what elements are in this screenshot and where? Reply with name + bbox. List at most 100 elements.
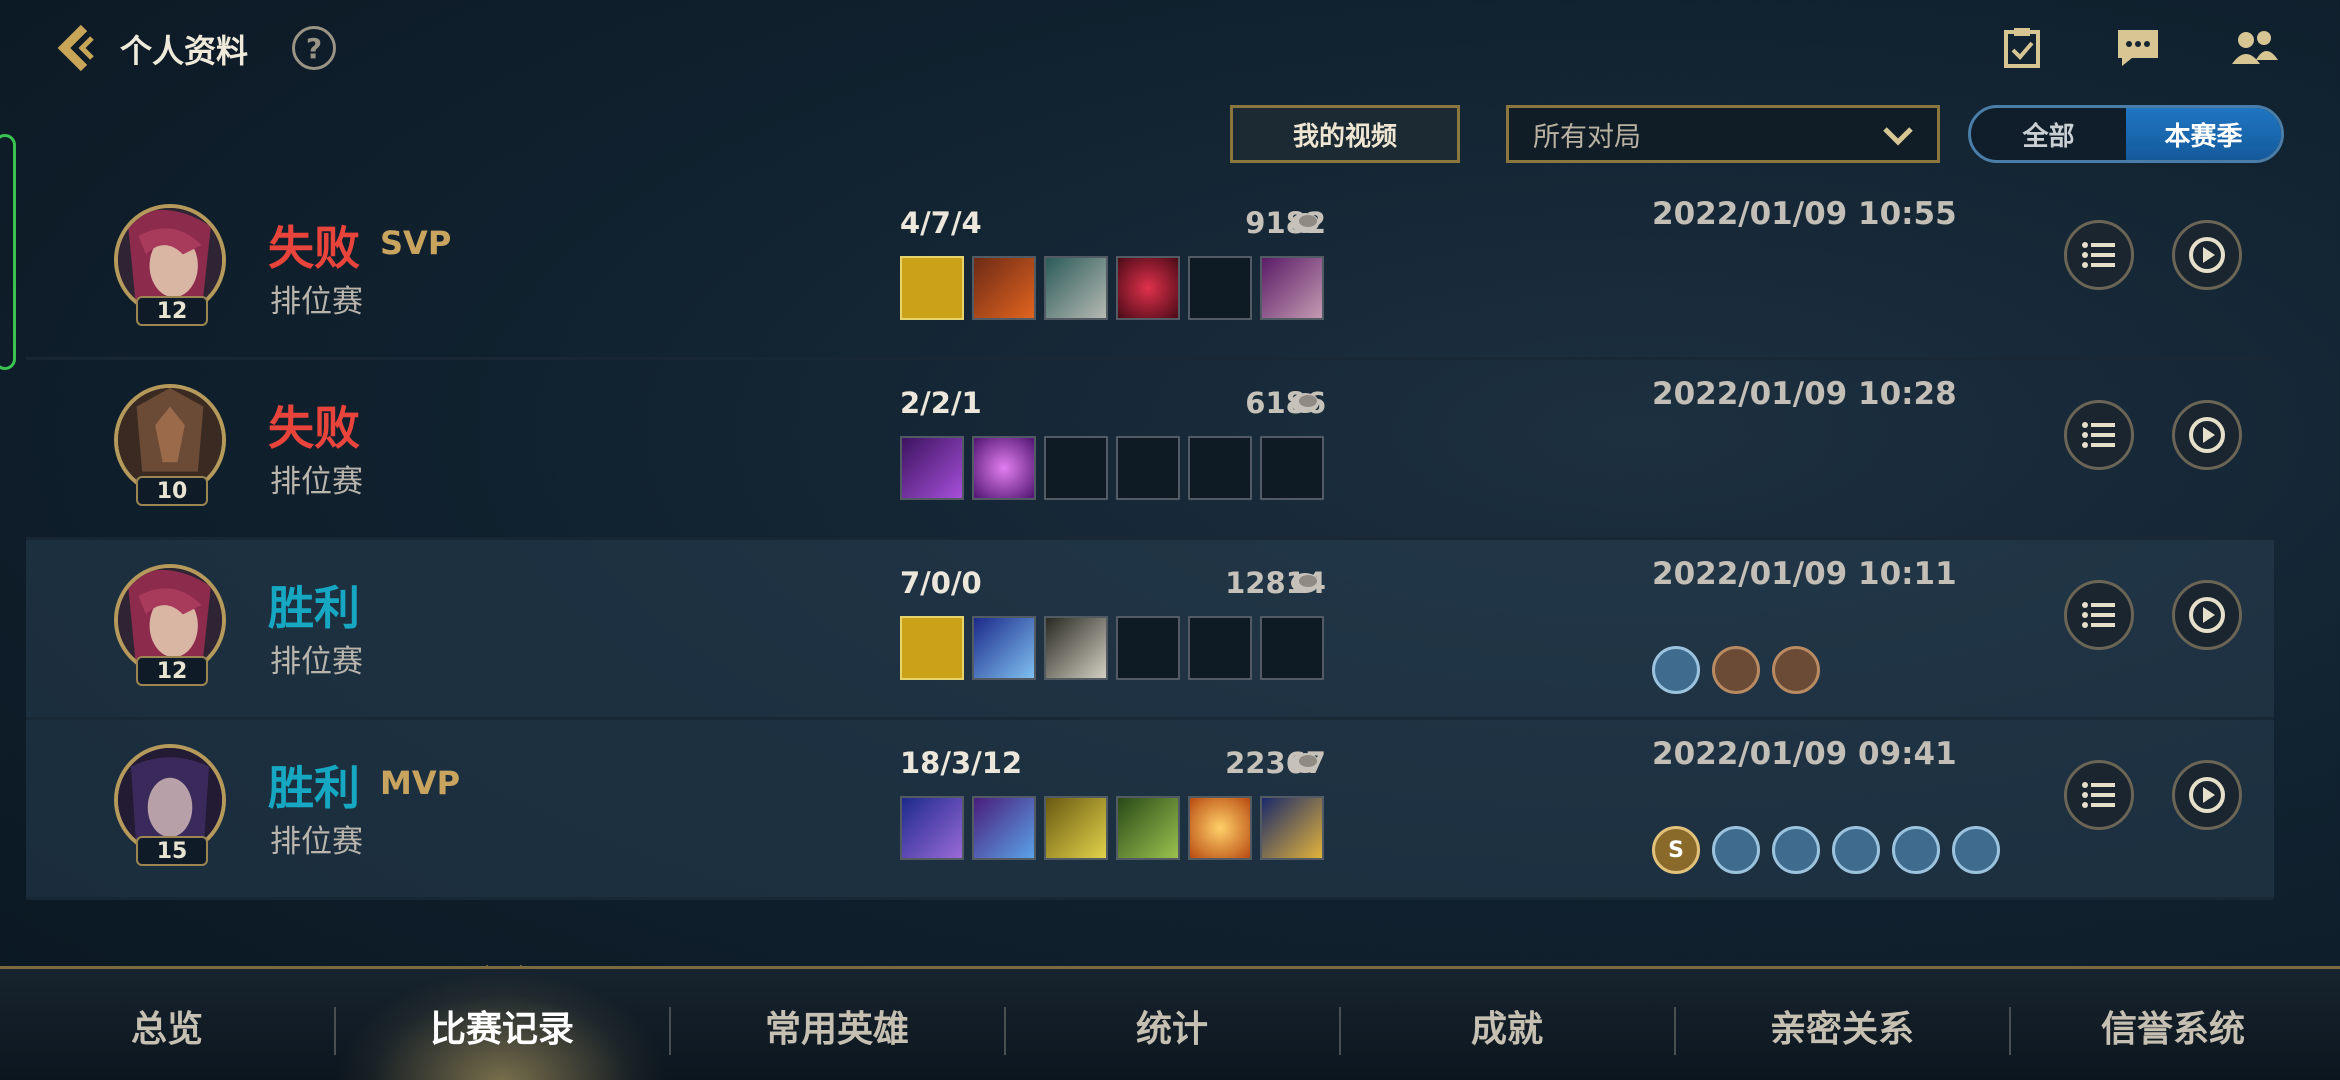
match-result: 胜利 [268,761,360,815]
item-slot[interactable] [1044,616,1108,680]
game-mode: 排位赛 [270,644,363,680]
replay-icon [2189,777,2225,813]
honor-medal-icon [1832,826,1880,874]
replay-icon [2189,237,2225,273]
match-list: 12 失败 SVP 排位赛 4/7/4 9182 2022/01/09 10:5… [26,180,2274,900]
item-slots [900,616,1324,680]
tab-stats[interactable]: 统计 [1005,969,1339,1080]
honor-badges [1652,646,1820,694]
game-mode: 排位赛 [270,824,363,860]
match-result: 失败 [268,401,360,455]
champion-level: 15 [136,836,208,866]
item-slot[interactable] [1116,796,1180,860]
tab-honor-system[interactable]: 信誉系统 [2006,969,2340,1080]
item-slot-empty [1188,256,1252,320]
honor-medal-icon [1652,646,1700,694]
match-date: 2022/01/09 10:28 [1652,376,1957,412]
item-slots [900,256,1324,320]
gold-coin-icon [1291,573,1319,593]
tab-overview[interactable]: 总览 [0,969,334,1080]
honor-medal-icon [1712,826,1760,874]
tab-achievements[interactable]: 成就 [1340,969,1674,1080]
mvp-badge: MVP [380,764,461,802]
replay-icon [2189,597,2225,633]
list-icon [2082,242,2115,268]
top-bar: 个人资料 ? [0,0,2340,100]
item-slot-empty [1188,616,1252,680]
kda: 4/7/4 [900,206,982,240]
honor-medal-icon [1712,646,1760,694]
game-mode: 排位赛 [270,284,363,320]
match-row[interactable]: 12 胜利 排位赛 7/0/0 12814 2022/01/09 10:11 [26,540,2274,720]
match-row[interactable]: 10 失败 排位赛 2/2/1 6186 2022/01/09 10:28 [26,360,2274,540]
match-date: 2022/01/09 10:55 [1652,196,1957,232]
help-icon[interactable]: ? [292,26,336,70]
list-icon [2082,602,2115,628]
match-type-dropdown[interactable]: 所有对局 [1506,105,1940,163]
friends-icon[interactable] [2226,22,2282,74]
item-slot[interactable] [900,436,964,500]
item-slot[interactable] [1116,256,1180,320]
kda: 7/0/0 [900,566,982,600]
my-videos-button[interactable]: 我的视频 [1230,105,1460,163]
honor-medal-icon [1892,826,1940,874]
item-slot-empty [1116,436,1180,500]
item-slot[interactable] [900,256,964,320]
item-slot[interactable] [1260,796,1324,860]
match-type-value: 所有对局 [1533,121,1641,153]
details-button[interactable] [2064,760,2134,830]
task-clipboard-icon[interactable] [1994,22,2050,74]
details-button[interactable] [2064,400,2134,470]
match-date: 2022/01/09 09:41 [1652,736,1957,772]
bottom-tab-bar: 总览 比赛记录 常用英雄 统计 成就 亲密关系 信誉系统 [0,966,2340,1080]
item-slot[interactable] [1188,796,1252,860]
side-edge-indicator [0,134,16,370]
honor-medal-icon [1772,646,1820,694]
tab-match-history[interactable]: 比赛记录 [335,969,669,1080]
page-title: 个人资料 [120,32,249,70]
tab-favorite-champions[interactable]: 常用英雄 [670,969,1004,1080]
replay-button[interactable] [2172,760,2242,830]
gold-coin-icon [1291,753,1319,773]
replay-icon [2189,417,2225,453]
item-slot[interactable] [1260,256,1324,320]
back-button[interactable] [48,18,108,78]
item-slot-empty [1188,436,1252,500]
chevron-down-icon [1883,127,1913,146]
chat-icon[interactable] [2110,22,2166,74]
season-toggle[interactable]: 全部 本赛季 [1968,105,2284,163]
honor-medal-icon [1772,826,1820,874]
champion-level: 10 [136,476,208,506]
item-slot[interactable] [900,616,964,680]
segment-season[interactable]: 本赛季 [2126,108,2281,160]
filter-bar: 我的视频 所有对局 全部 本赛季 [0,105,2340,165]
item-slots [900,796,1324,860]
replay-button[interactable] [2172,580,2242,650]
match-result: 胜利 [268,581,360,635]
item-slot-empty [1116,616,1180,680]
item-slot[interactable] [1044,256,1108,320]
list-icon [2082,422,2115,448]
honor-badges: S [1652,826,2000,874]
item-slots [900,436,1324,500]
segment-all[interactable]: 全部 [1971,108,2126,160]
gold-coin-icon [1291,213,1319,233]
replay-button[interactable] [2172,400,2242,470]
item-slot-empty [1260,436,1324,500]
details-button[interactable] [2064,580,2134,650]
item-slot[interactable] [972,256,1036,320]
item-slot[interactable] [1044,796,1108,860]
honor-medal-icon [1952,826,2000,874]
item-slot[interactable] [972,796,1036,860]
replay-button[interactable] [2172,220,2242,290]
s-rank-medal-icon: S [1652,826,1700,874]
champion-level: 12 [136,296,208,326]
kda: 18/3/12 [900,746,1023,780]
item-slot[interactable] [972,616,1036,680]
tab-relationships[interactable]: 亲密关系 [1675,969,2009,1080]
match-row[interactable]: 15 胜利 MVP 排位赛 18/3/12 22367 2022/01/09 0… [26,720,2274,900]
match-row[interactable]: 12 失败 SVP 排位赛 4/7/4 9182 2022/01/09 10:5… [26,180,2274,360]
item-slot[interactable] [900,796,964,860]
details-button[interactable] [2064,220,2134,290]
item-slot[interactable] [972,436,1036,500]
